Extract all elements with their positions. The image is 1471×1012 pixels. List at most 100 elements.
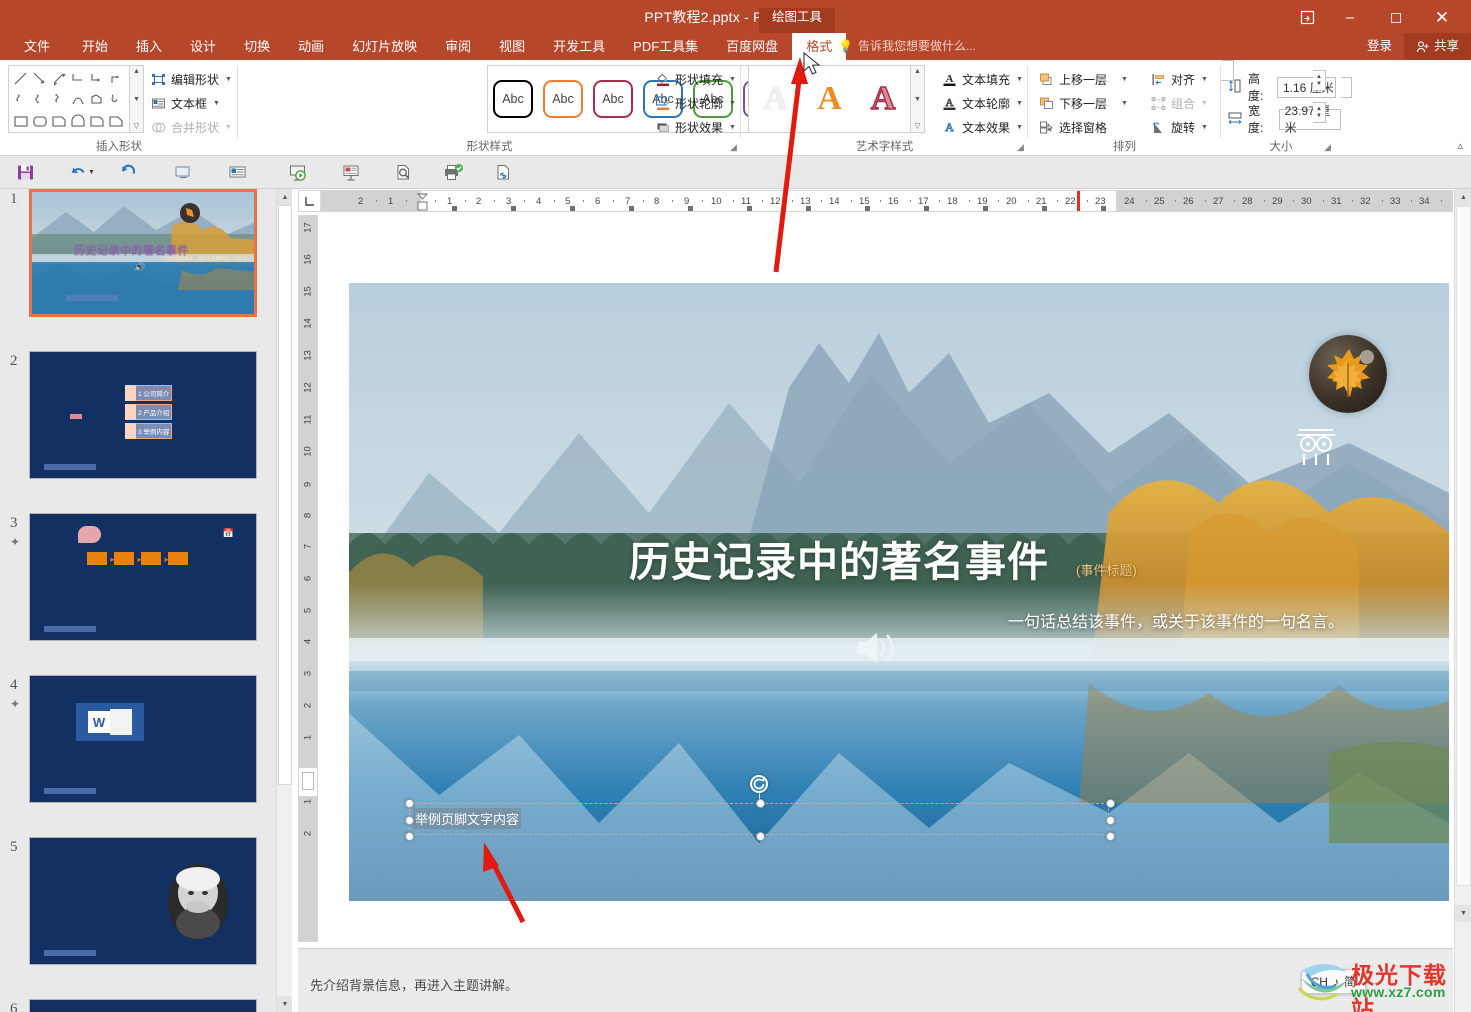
shape-style-swatch-1[interactable]: Abc [493, 80, 533, 118]
thumbnail-image-1[interactable]: 历史记录中的著名事件 一句话总结该事件，或关于该事件的一句名言。 🔊 [29, 189, 257, 317]
resize-handle-se[interactable] [1106, 832, 1115, 841]
shape-round-one-corner[interactable] [87, 110, 106, 131]
footer-placeholder-text[interactable]: 举例页脚文字内容 [413, 808, 522, 829]
text-box-button[interactable]: 文本框 ▼ [150, 92, 220, 114]
save-button[interactable] [12, 160, 38, 185]
horizontal-ruler[interactable]: 2 1 1 2 3 4 5 6 7 8 9 10 11 12 13 14 15 … [298, 190, 1453, 212]
chevron-down-icon[interactable]: ▼ [213, 100, 220, 107]
tell-me-search[interactable]: 💡 告诉我您想要做什么... [838, 33, 976, 60]
slideshow-button[interactable] [338, 160, 364, 185]
wordart-sample-3[interactable]: A [870, 81, 896, 117]
scroll-down-arrow[interactable]: ▼ [277, 996, 292, 1012]
tab-home[interactable]: 开始 [68, 33, 122, 60]
shape-rounded-rectangle[interactable] [30, 110, 49, 131]
print-check-button[interactable] [440, 160, 466, 185]
resize-handle-n[interactable] [756, 799, 765, 808]
thumbnail-item-1[interactable]: 1 历史记录中的著名事件 一句话总结该事件，或关于该事件的一句名言。 🔊 [0, 189, 276, 337]
shape-arc[interactable] [68, 89, 87, 110]
slideshow-from-current-button[interactable] [285, 160, 311, 185]
resize-handle-sw[interactable] [405, 832, 414, 841]
resize-handle-nw[interactable] [405, 799, 414, 808]
rotate-button[interactable]: 旋转 ▼ [1150, 116, 1208, 138]
align-button[interactable]: 对齐 ▼ [1150, 68, 1208, 90]
vertical-ruler[interactable]: 17 16 15 14 13 12 11 10 9 8 7 6 5 4 3 2 … [298, 215, 318, 942]
shape-curve-double-arrow[interactable] [49, 89, 68, 110]
footer-placeholder-selection[interactable]: 举例页脚文字内容 [405, 775, 1115, 841]
shape-styles-dialog-launcher[interactable]: ◢ [728, 142, 739, 153]
shape-height-input[interactable]: 1.16 厘米 [1277, 76, 1336, 98]
tab-developer[interactable]: 开发工具 [539, 33, 619, 60]
shape-style-swatch-2[interactable]: Abc [543, 80, 583, 118]
wordart-gallery[interactable]: A A A [748, 65, 911, 133]
edit-shape-button[interactable]: 编辑形状 ▼ [150, 68, 232, 90]
shape-curve-arrow[interactable] [30, 89, 49, 110]
chevron-down-icon[interactable]: ▼ [1201, 76, 1208, 83]
shape-scribble[interactable] [106, 89, 125, 110]
chevron-down-icon[interactable]: ▼ [1121, 100, 1128, 107]
tab-insert[interactable]: 插入 [122, 33, 176, 60]
wordart-dialog-launcher[interactable]: ◢ [1015, 142, 1026, 153]
undo-dropdown-caret[interactable]: ▼ [88, 169, 95, 176]
send-backward-button[interactable]: 下移一层 ▼ [1038, 92, 1128, 114]
resize-handle-ne[interactable] [1106, 799, 1115, 808]
tab-pdf-tools[interactable]: PDF工具集 [619, 33, 712, 60]
scroll-down-icon[interactable]: ▼ [133, 96, 140, 103]
shape-elbow-arrow[interactable] [87, 68, 106, 89]
wordart-gallery-scroll[interactable]: ▲ ▼ ▽ [911, 65, 925, 133]
chevron-down-icon[interactable]: ▼ [225, 76, 232, 83]
thumbnail-panel-scrollbar[interactable]: ▲ ▼ [276, 189, 292, 1012]
shape-height-stepper[interactable]: ▲ ▼ [1313, 70, 1326, 91]
text-effects-button[interactable]: A 文本效果 ▼ [941, 116, 1023, 138]
shape-snip-single-corner[interactable] [106, 110, 125, 131]
chevron-down-icon[interactable]: ▼ [729, 124, 736, 131]
scrollbar-thumb[interactable] [278, 205, 292, 785]
thumbnail-item-5[interactable]: 5 [0, 837, 276, 985]
shape-outline-button[interactable]: 形状轮廓 ▼ [654, 92, 736, 114]
scroll-up-icon[interactable]: ▲ [133, 68, 140, 75]
minimize-icon[interactable]: – [1327, 4, 1373, 30]
editor-vertical-scrollbar[interactable]: ▲ ▼ [1454, 189, 1471, 1012]
thumbnail-item-3[interactable]: 3 ✦ 📅 ➤ ➤ ➤ [0, 513, 276, 661]
tab-review[interactable]: 审阅 [431, 33, 485, 60]
thumbnail-image-5[interactable] [29, 837, 257, 965]
collapse-ribbon-caret[interactable]: ▵ [1457, 139, 1463, 152]
wordart-sample-1[interactable]: A [764, 82, 789, 116]
sign-in-button[interactable]: 登录 [1355, 33, 1404, 60]
tab-view[interactable]: 视图 [485, 33, 539, 60]
thumbnail-image-6[interactable]: 此处照片的标题 [29, 999, 257, 1012]
shape-freeform[interactable] [87, 89, 106, 110]
scroll-up-icon[interactable]: ▲ [914, 68, 921, 75]
resize-handle-s[interactable] [756, 832, 765, 841]
slide-subtitle[interactable]: 一句话总结该事件，或关于该事件的一句名言。 [1008, 608, 1344, 632]
export-link-button[interactable] [490, 160, 516, 185]
resize-handle-e[interactable] [1106, 816, 1115, 825]
tab-file[interactable]: 文件 [6, 33, 68, 60]
shape-curve[interactable] [11, 89, 30, 110]
thumbnail-image-3[interactable]: 📅 ➤ ➤ ➤ [29, 513, 257, 641]
gallery-more-icon[interactable]: ▽ [134, 123, 139, 130]
shape-effects-button[interactable]: 形状效果 ▼ [654, 116, 736, 138]
chevron-down-icon[interactable]: ▼ [1016, 100, 1023, 107]
speaker-audio-icon[interactable] [854, 628, 900, 668]
tab-baidu-netdisk[interactable]: 百度网盘 [712, 33, 792, 60]
shape-line[interactable] [11, 68, 30, 89]
ribbon-display-options-icon[interactable] [1287, 4, 1327, 30]
ruler-corner-icon[interactable] [299, 191, 321, 211]
scroll-down-arrow[interactable]: ▼ [1455, 905, 1471, 922]
thumbnail-item-6[interactable]: 6 此处照片的标题 [0, 999, 276, 1012]
restore-icon[interactable]: ◻ [1373, 4, 1419, 30]
scroll-up-arrow[interactable]: ▲ [277, 189, 292, 205]
text-fill-button[interactable]: A 文本填充 ▼ [941, 68, 1023, 90]
slide-thumbnail-panel[interactable]: 1 历史记录中的著名事件 一句话总结该事件，或关于该事件的一句名言。 🔊 2 1… [0, 189, 292, 1012]
chevron-down-icon[interactable]: ▼ [1016, 76, 1023, 83]
insert-text-button[interactable] [224, 160, 250, 185]
resize-handle-w[interactable] [405, 816, 414, 825]
scrollbar-thumb[interactable] [1456, 206, 1471, 886]
shapes-gallery[interactable] [8, 65, 130, 133]
shape-elbow-connector[interactable] [68, 68, 87, 89]
chevron-down-icon[interactable]: ▼ [1016, 124, 1023, 131]
selection-pane-button[interactable]: 选择窗格 [1038, 116, 1107, 138]
tab-design[interactable]: 设计 [176, 33, 230, 60]
redo-button[interactable] [115, 160, 141, 185]
size-dialog-launcher[interactable]: ◢ [1322, 142, 1333, 153]
